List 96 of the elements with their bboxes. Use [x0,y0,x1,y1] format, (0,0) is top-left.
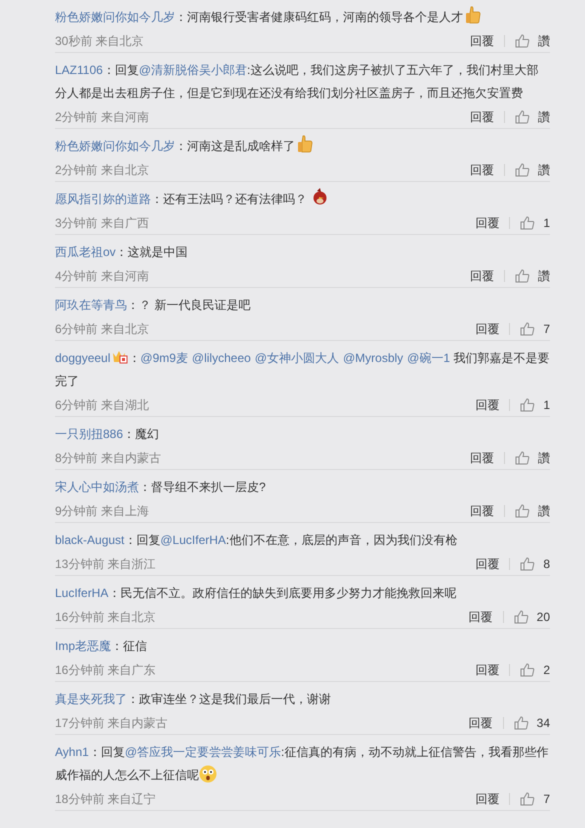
comment-text: 粉色娇嫩问你如今几岁：河南这是乱成啥样了 [55,135,550,158]
user-link[interactable]: 粉色娇嫩问你如今几岁 [55,139,175,153]
like-count[interactable]: 1 [543,214,550,232]
mention-link[interactable]: @碗一1 [407,351,450,365]
like-count[interactable]: 2 [543,660,550,678]
reply-link[interactable]: 回覆 [475,214,500,232]
reply-link[interactable]: 回覆 [470,108,494,126]
user-link[interactable]: LAZ1106 [55,63,103,77]
comment-text: doggyeeul ：@9m9麦 @lilycheeo @女神小圆大人 @Myrosbly @碗一1 我们郭嘉是不是要完了 [55,349,550,390]
like-count[interactable]: 8 [543,554,550,572]
user-link[interactable]: 西瓜老祖ov [55,245,116,259]
comment-meta: 9分钟前 来自上海 [55,502,150,520]
reply-link[interactable]: 回覆 [475,660,500,678]
comment-text: black-August：回复@LucIferHA:他们不在意，底层的声音，因为我们没有枪 [55,532,458,549]
user-link[interactable]: 一只别扭886 [55,427,124,441]
comment-meta: 17分钟前 来自内蒙古 [55,714,169,732]
thumbs-up-icon[interactable] [520,322,536,336]
comment-text: 西瓜老祖ov：这就是中国 [55,244,189,261]
comment-meta: 6分钟前 来自湖北 [55,396,150,414]
comment-meta: 16分钟前 来自广东 [55,662,157,678]
user-link[interactable]: 愿风指引妳的道路 [55,192,151,206]
user-link[interactable]: 真是夹死我了 [55,692,127,706]
reply-link[interactable]: 回覆 [470,266,494,284]
user-link[interactable]: Ayhn1 [55,745,89,759]
bird-icon [311,188,329,206]
user-link[interactable]: black-August [55,533,124,547]
user-link[interactable]: Imp老恶魔 [55,639,112,653]
like-count[interactable]: 讚 [538,160,550,178]
like-count[interactable]: 讚 [538,32,550,50]
reply-link[interactable]: 回覆 [470,32,494,50]
mention-link[interactable]: @女神小圆大人 [254,351,339,365]
comment-meta: 18分钟前 来自辽宁 [55,790,157,808]
reply-link[interactable]: 回覆 [470,448,494,466]
comment-meta: 30秒前 来自北京 [55,32,145,50]
comment-text: 愿风指引妳的道路：还有王法吗？还有法律吗？ [55,188,550,211]
user-link[interactable]: LucIferHA [55,586,108,600]
mention-link[interactable]: @9m9麦 [140,351,188,365]
comment-meta: 4分钟前 来自河南 [55,268,150,284]
like-count[interactable]: 讚 [538,266,550,284]
comment-text: LAZ1106：回复@清新脱俗吴小郎君:这么说吧，我们这房子被扒了五六年了，我们村里大部分人都是出去租房子住，但是它到现在还没有给我们划分社区盖房子，而且还拖欠安置费 [55,62,540,102]
comment-meta: 2分钟前 来自河南 [55,108,150,126]
thumbs-up-icon[interactable] [514,610,529,624]
thumbs-up-icon[interactable] [520,398,536,412]
thumbs-up-icon[interactable] [520,792,536,806]
like-count[interactable]: 讚 [538,502,550,520]
reply-link[interactable]: 回覆 [475,396,500,414]
comment-meta: 6分钟前 来自北京 [55,320,150,338]
thumbs-up-icon[interactable] [520,662,536,676]
comment-text: 一只别扭886：魔幻 [55,426,160,443]
mention-link[interactable]: @LucIferHA [160,533,226,547]
mention-link[interactable]: @Myrosbly [342,351,404,365]
thumbs-up-icon[interactable] [515,34,530,48]
thumbs-up-icon [297,135,313,153]
reply-link[interactable]: 回覆 [475,320,500,338]
mention-link[interactable]: @答应我一定要尝尝姜味可乐 [124,745,281,759]
thumbs-up-icon[interactable] [515,504,530,518]
user-link[interactable]: doggyeeul [55,351,110,365]
comment-text: Ayhn1：回复@答应我一定要尝尝姜味可乐:征信真的有病，动不动就上征信警告，我看那些作威作福的人怎么不上征信呢 [55,744,550,785]
surprised-face-icon [199,765,217,783]
thumbs-up-icon[interactable] [515,268,530,282]
thumbs-up-icon[interactable] [515,162,530,176]
thumbs-up-icon[interactable] [515,110,530,124]
like-count[interactable]: 讚 [538,108,550,126]
reply-link[interactable]: 回覆 [475,790,500,808]
comment-text: LucIferHA：民无信不立。政府信任的缺失到底要用多少努力才能挽救回来呢 [55,585,458,602]
thumbs-up-icon[interactable] [515,450,530,464]
thumbs-up-icon[interactable] [520,556,536,570]
comment-meta: 16分钟前 来自北京 [55,608,157,626]
reply-link[interactable]: 回覆 [470,160,494,178]
comment-meta: 13分钟前 来自浙江 [55,556,157,572]
thumbs-up-icon [465,6,481,24]
reply-link[interactable]: 回覆 [468,714,493,732]
like-count[interactable]: 7 [543,790,550,808]
user-link[interactable]: 粉色娇嫩问你如今几岁 [55,10,175,24]
reply-link[interactable]: 回覆 [468,608,493,626]
comment-meta: 2分钟前 来自北京 [55,162,150,178]
reply-link[interactable]: 回覆 [470,502,494,520]
mention-link[interactable]: @清新脱俗吴小郎君 [138,63,247,77]
comment-text: Imp老恶魔：征信 [55,638,148,655]
user-link[interactable]: 宋人心中如汤煮 [55,480,139,494]
comment-text: 阿玖在等青鸟：？ 新一代良民证是吧 [55,297,252,314]
user-link[interactable]: 阿玖在等青鸟 [55,298,127,312]
thumbs-up-icon[interactable] [514,716,529,730]
like-count[interactable]: 7 [543,320,550,338]
comment-text: 粉色娇嫩问你如今几岁：河南银行受害者健康码红码，河南的领导各个是人才 [55,6,550,29]
thumbs-up-icon[interactable] [520,216,536,230]
comment-meta: 3分钟前 来自广西 [55,214,150,232]
like-count[interactable]: 34 [536,714,550,732]
comment-meta: 8分钟前 来自内蒙古 [55,450,162,466]
reply-link[interactable]: 回覆 [475,554,500,572]
comment-text: 宋人心中如汤煮：督导组不来扒一层皮? [55,479,267,496]
like-count[interactable]: 20 [536,608,550,626]
like-count[interactable]: 1 [543,396,550,414]
mention-link[interactable]: @lilycheeo [192,351,251,365]
like-count[interactable]: 讚 [538,448,550,466]
comment-text: 真是夹死我了：政审连坐？这是我们最后一代，谢谢 [55,691,332,708]
